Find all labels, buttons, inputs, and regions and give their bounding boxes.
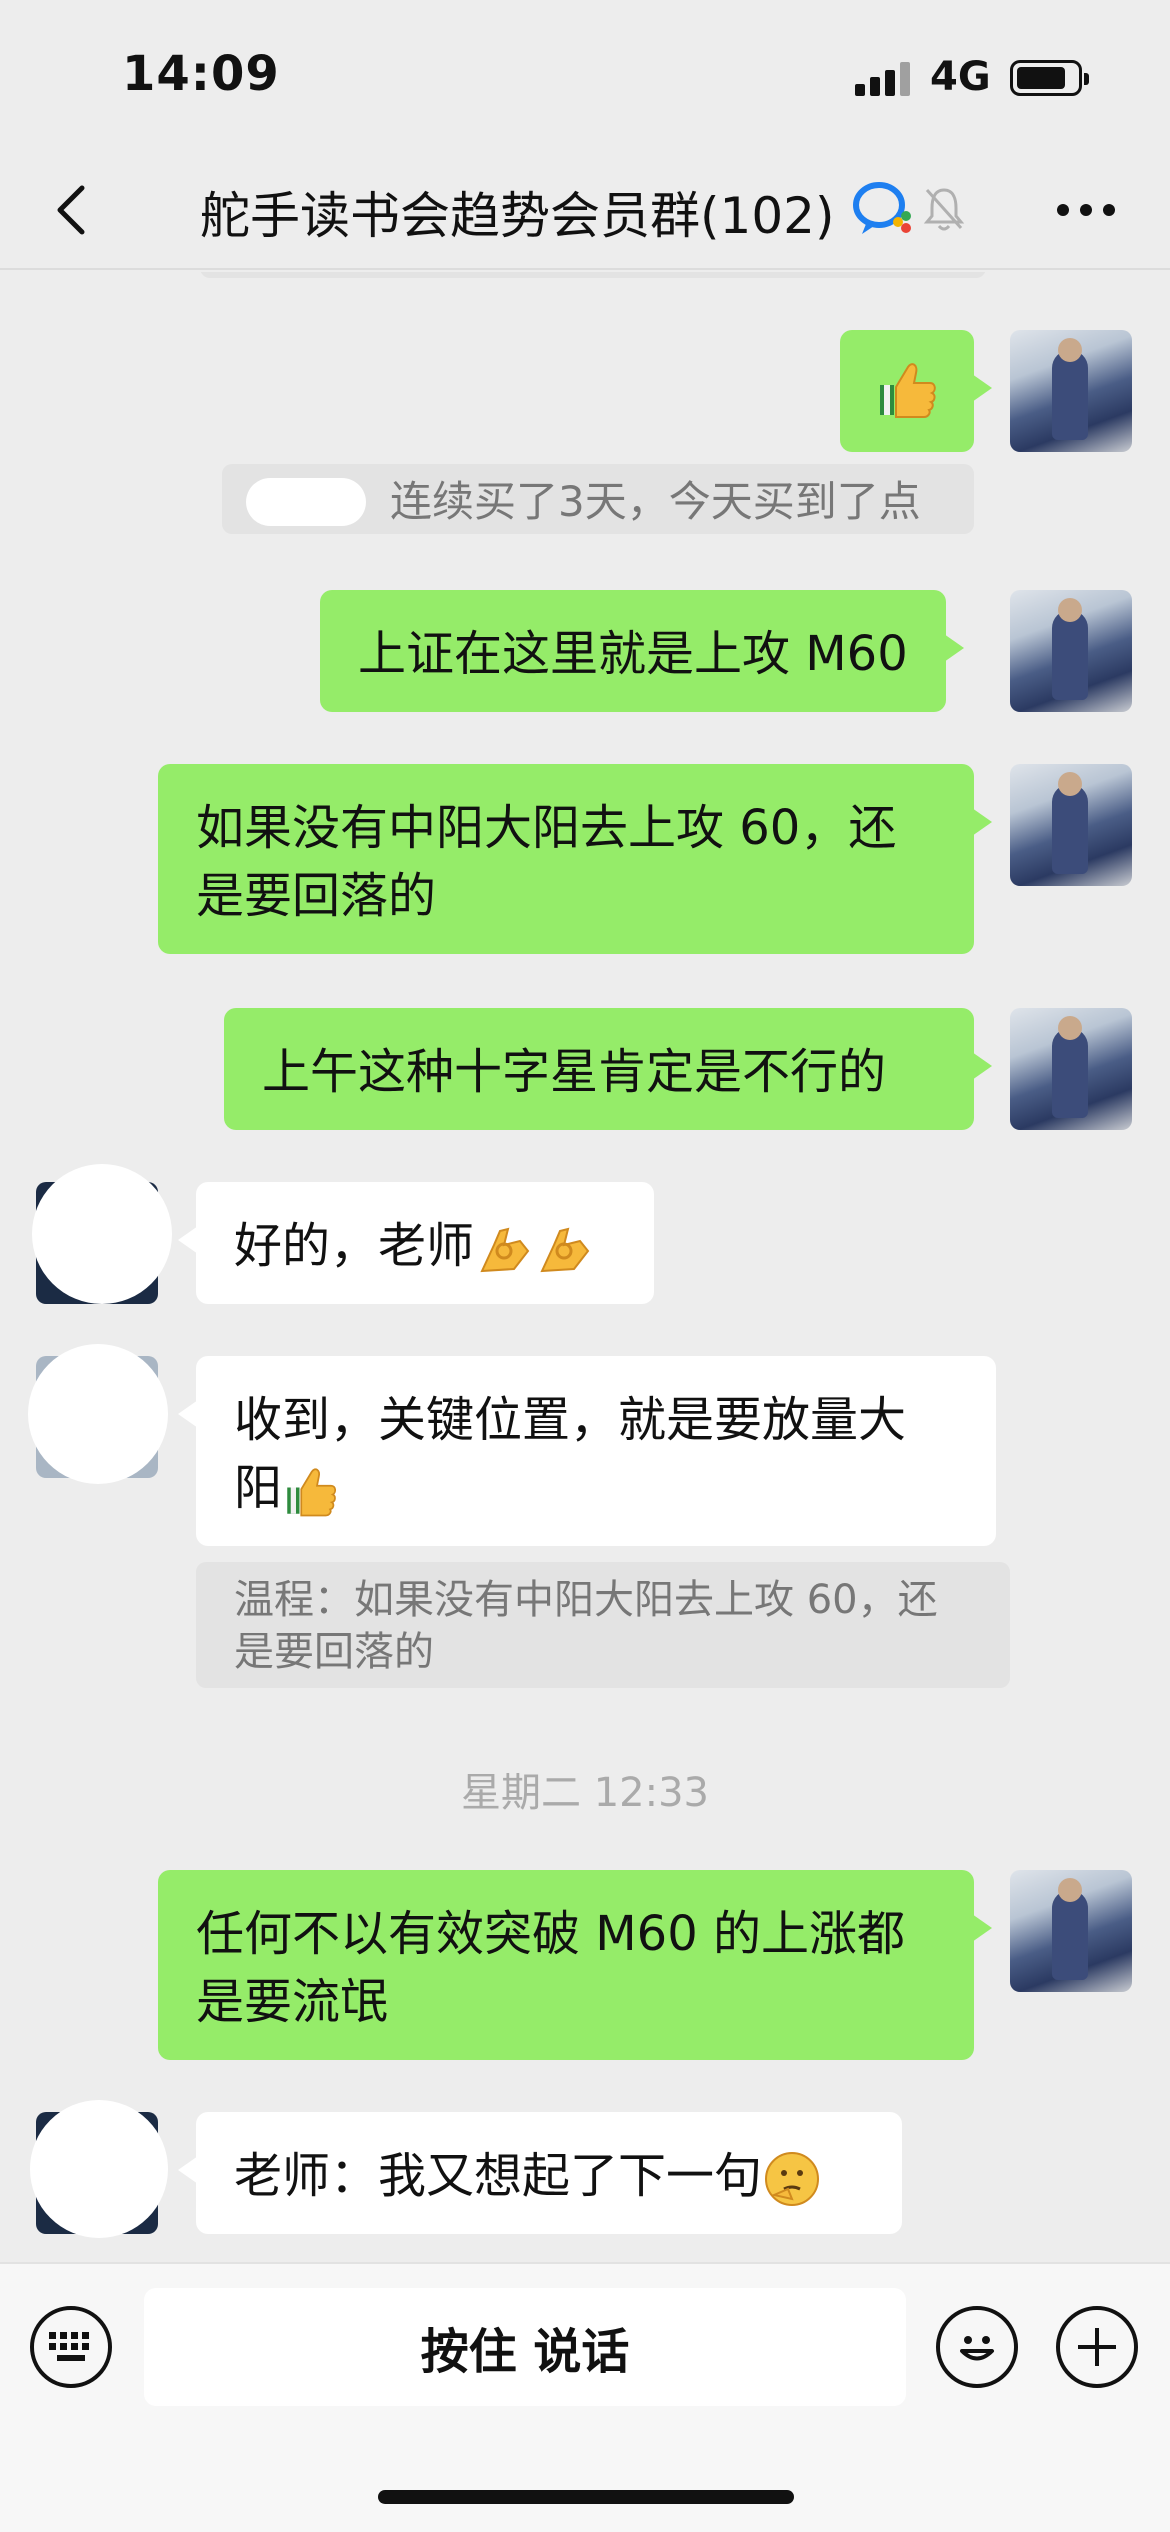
network-label: 4G: [930, 54, 991, 100]
more-button[interactable]: [1050, 180, 1122, 240]
quote-text-line: 是要回落的: [234, 1629, 434, 1675]
message-list[interactable]: 连续买了3天，今天买到了点 上证在这里就是上攻 M60 如果没有中阳大阳去上攻 …: [0, 272, 1170, 2262]
quote-reference[interactable]: 温程：如果没有中阳大阳去上攻 60，还 是要回落的: [196, 1562, 1010, 1688]
message-text-line: 收到，关键位置，就是要放量大: [234, 1392, 907, 1448]
back-button[interactable]: [42, 180, 102, 240]
battery-icon: [1010, 60, 1089, 96]
avatar-self[interactable]: [1010, 1870, 1132, 1992]
keyboard-icon: [49, 2332, 89, 2361]
partial-quote: [200, 272, 986, 278]
avatar-self[interactable]: [1010, 764, 1132, 886]
plus-icon: [1078, 2328, 1116, 2366]
message-text: 好的，老师: [234, 1218, 475, 1274]
message-text: 上证在这里就是上攻 M60: [358, 626, 908, 682]
ok-hand-icon: [480, 1227, 530, 1273]
message-bubble-self[interactable]: [840, 330, 992, 452]
quote-reference[interactable]: 连续买了3天，今天买到了点: [222, 464, 974, 534]
message-text: 上午这种十字星肯定是不行的: [262, 1044, 887, 1100]
quote-sender-mask: [246, 478, 366, 526]
muted-bell-icon: [923, 188, 965, 231]
emoji-smile-icon: [960, 2336, 994, 2361]
avatar-self[interactable]: [1010, 1008, 1132, 1130]
hold-to-talk-button[interactable]: 按住 说话: [144, 2288, 906, 2406]
avatar-self[interactable]: [1010, 330, 1132, 452]
quote-text: 连续买了3天，今天买到了点: [390, 477, 921, 526]
message-bubble-other[interactable]: 收到，关键位置，就是要放量大 阳: [178, 1356, 996, 1546]
thinking-face-icon: [765, 2152, 820, 2206]
message-timestamp: 星期二 12:33: [461, 1770, 709, 1816]
message-bubble-other[interactable]: 老师：我又想起了下一句: [178, 2112, 902, 2234]
message-bubble-self[interactable]: 上午这种十字星肯定是不行的: [224, 1008, 992, 1130]
message-text-line: 是要流氓: [196, 1974, 389, 2030]
message-text: 老师：我又想起了下一句: [234, 2148, 763, 2204]
chevron-left-icon: [57, 185, 85, 235]
message-text-line: 阳: [234, 1460, 283, 1516]
status-time: 14:09: [122, 46, 280, 102]
chat-title: 舵手读书会趋势会员群(102): [200, 187, 835, 245]
more-actions-button[interactable]: [1056, 2306, 1138, 2388]
message-bubble-other[interactable]: 好的，老师: [178, 1182, 654, 1304]
message-bubble-self[interactable]: 如果没有中阳大阳去上攻 60，还 是要回落的: [158, 764, 992, 954]
quote-text-line: 温程：如果没有中阳大阳去上攻 60，还: [234, 1577, 938, 1623]
status-bar: 14:09 4G: [0, 0, 1170, 150]
message-bubble-self[interactable]: 任何不以有效突破 M60 的上涨都 是要流氓: [158, 1870, 992, 2060]
ok-hand-icon: [540, 1227, 590, 1273]
home-indicator: [378, 2490, 794, 2504]
chat-header: 舵手读书会趋势会员群(102): [0, 150, 1170, 270]
more-dots-icon: [1057, 204, 1115, 216]
avatar-privacy-mask: [30, 2100, 168, 2238]
message-text-line: 如果没有中阳大阳去上攻 60，还: [196, 800, 897, 856]
signal-icon: [855, 62, 911, 96]
message-text-line: 是要回落的: [196, 868, 437, 924]
message-bubble-self[interactable]: 上证在这里就是上攻 M60: [320, 590, 964, 712]
avatar-self[interactable]: [1010, 590, 1132, 712]
thumbs-up-icon: [880, 363, 936, 418]
thumbs-up-icon: [287, 1468, 337, 1517]
message-text-line: 任何不以有效突破 M60 的上涨都: [196, 1906, 906, 1962]
wecom-icon: [853, 182, 911, 234]
emoji-button[interactable]: [936, 2306, 1018, 2388]
keyboard-toggle-button[interactable]: [30, 2306, 112, 2388]
avatar-privacy-mask: [28, 1344, 168, 1484]
avatar-privacy-mask: [32, 1164, 172, 1304]
